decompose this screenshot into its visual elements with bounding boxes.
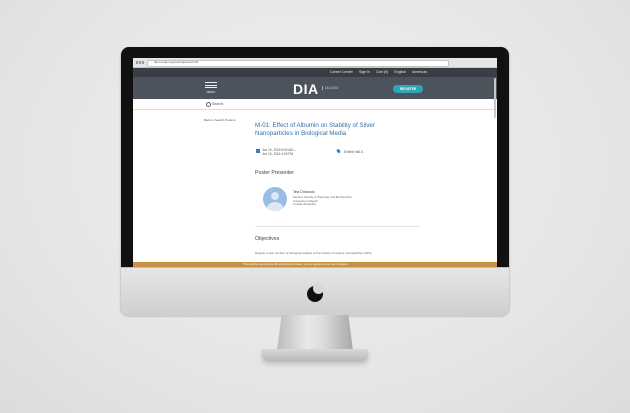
date-end: Jun 15, 2016 4:00 PM <box>262 152 294 157</box>
cart-link[interactable]: Cart (0) <box>376 70 388 74</box>
dia-logo[interactable]: DIA <box>293 81 319 97</box>
region-select[interactable]: Americas <box>412 70 427 74</box>
logo-subtitle: DIA 2016 <box>322 86 338 90</box>
back-to-search-link[interactable]: Back to Search Posters <box>204 118 235 122</box>
poster-location: Exhibit Hall A <box>344 150 363 154</box>
presenter-heading: Poster Presenter <box>255 170 294 176</box>
poster-date: Jun 15, 2016 8:00 AM – Jun 15, 2016 4:00… <box>262 148 296 156</box>
monitor-stand <box>277 315 353 351</box>
menu-label: MENU <box>206 89 216 94</box>
browser-chrome: dia.s-tools.org/event/posters/m01 <box>133 58 497 68</box>
sign-in-link[interactable]: Sign In <box>359 70 370 74</box>
monitor-base <box>262 349 368 361</box>
career-center-link[interactable]: Career Center <box>330 70 353 74</box>
cookie-banner: This website uses cookies. By continuing… <box>133 262 497 267</box>
search-input[interactable]: Search <box>212 102 223 106</box>
address-bar[interactable]: dia.s-tools.org/event/posters/m01 <box>147 60 449 67</box>
cookie-text: This website uses cookies. By continuing… <box>243 263 349 266</box>
presenter-avatar <box>263 187 287 211</box>
utility-bar: Career Center Sign In Cart (0) English A… <box>133 68 497 77</box>
url-text: dia.s-tools.org/event/posters/m01 <box>154 60 199 64</box>
section-divider <box>255 226 420 227</box>
screen: dia.s-tools.org/event/posters/m01 Career… <box>133 58 497 267</box>
apple-logo-icon <box>307 283 324 302</box>
poster-title: M-01: Effect of Albumin on Stability of … <box>255 122 375 137</box>
scrollbar[interactable] <box>494 78 496 118</box>
language-select[interactable]: English <box>394 70 406 74</box>
search-bar[interactable]: Search <box>133 99 497 110</box>
presenter-name[interactable]: Tea Crnkovic <box>293 190 315 194</box>
menu-button[interactable]: MENU <box>205 82 217 94</box>
location-pin-icon <box>336 148 341 154</box>
site-header: MENU DIA DIA 2016 REGISTER <box>133 77 497 99</box>
hamburger-icon <box>205 82 217 83</box>
window-controls-icon[interactable] <box>136 61 144 64</box>
hamburger-line <box>205 87 217 89</box>
objectives-heading: Objectives <box>255 236 280 242</box>
objectives-text: Despite a vast number of biological stud… <box>255 251 373 255</box>
register-button[interactable]: REGISTER <box>393 85 423 93</box>
presenter-affiliation: Student, Faculty of Pharmacy and Biochem… <box>293 195 352 207</box>
hamburger-line <box>205 84 217 86</box>
calendar-icon <box>256 149 260 153</box>
affiliation-line: Croatia (Hrvatska) <box>293 202 316 207</box>
search-icon[interactable] <box>206 102 211 107</box>
